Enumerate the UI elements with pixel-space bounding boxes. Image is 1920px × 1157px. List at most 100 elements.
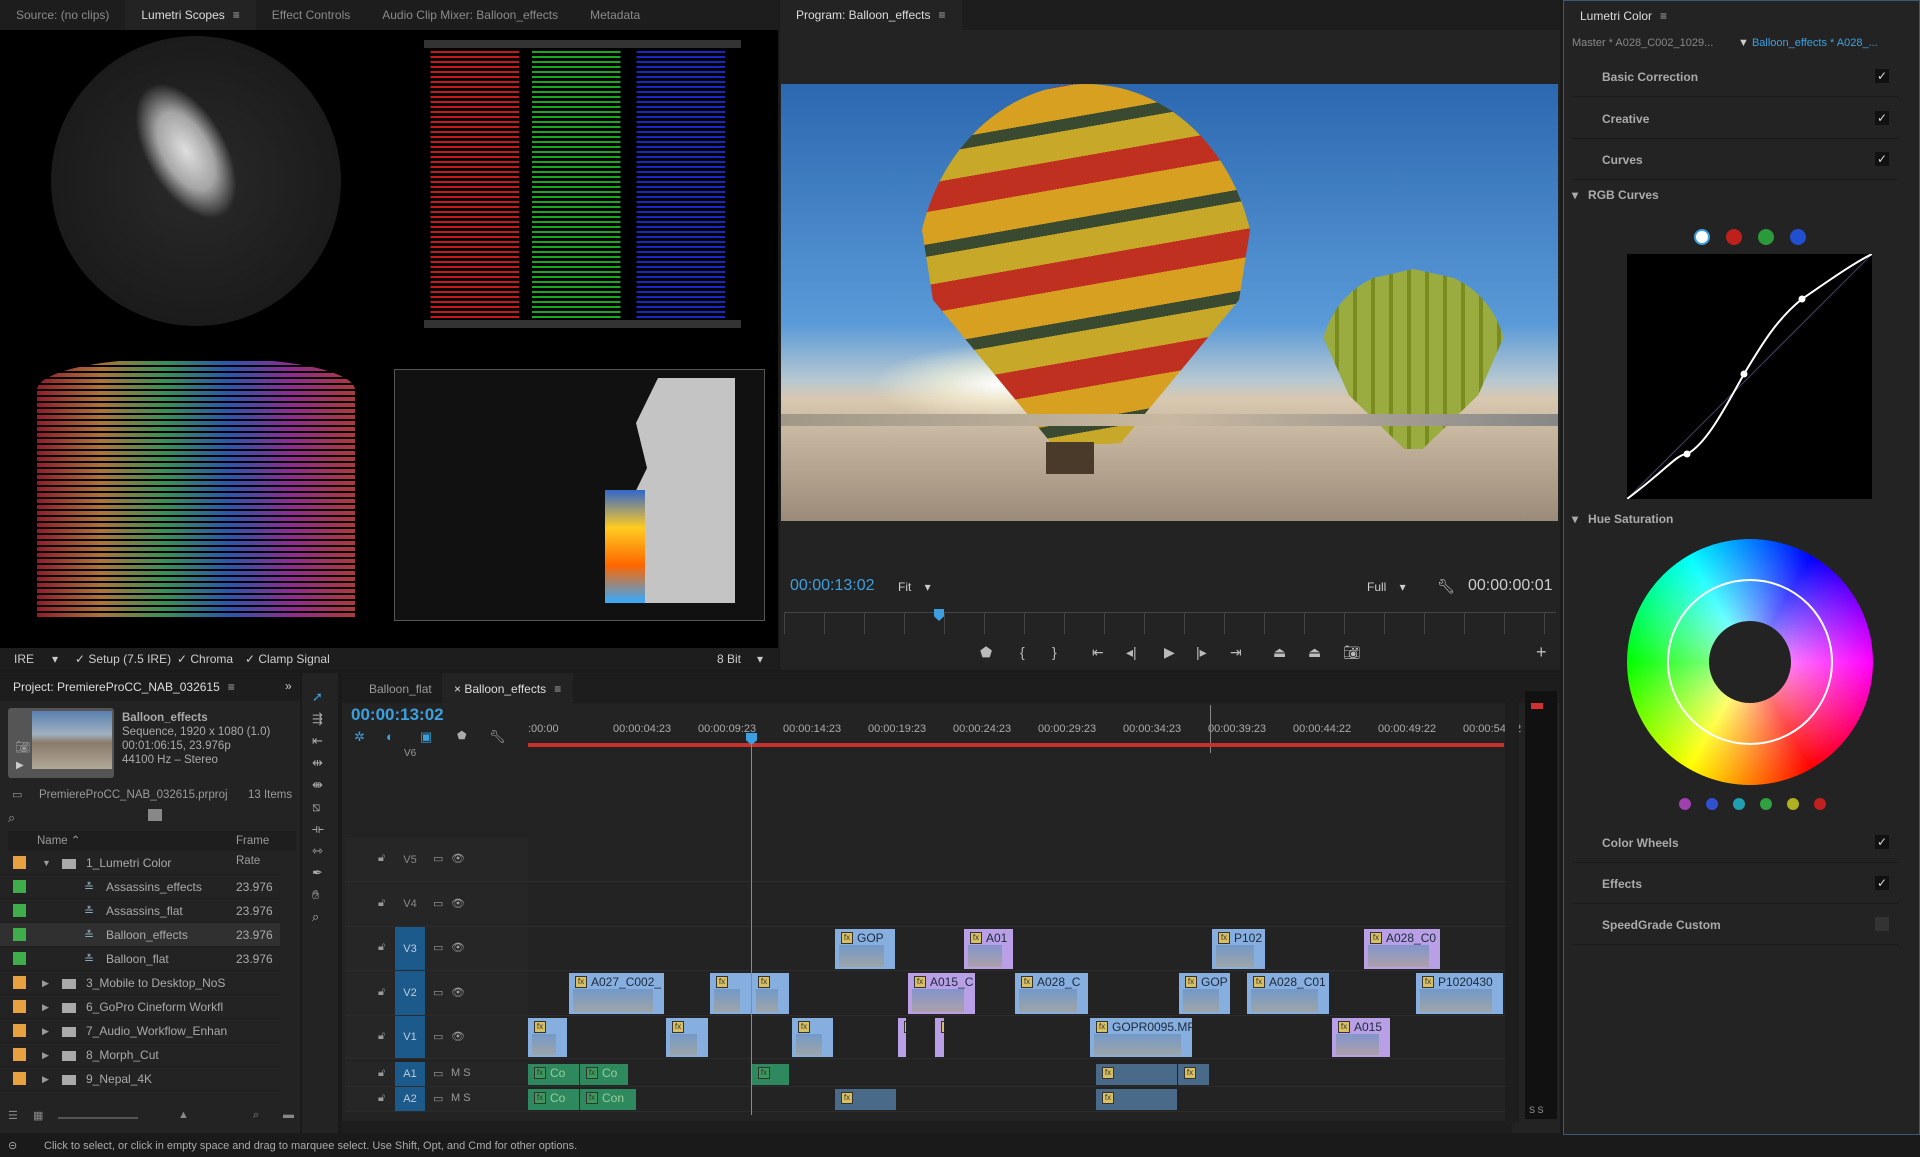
hue-saturation-header[interactable]: ▾ Hue Saturation [1572, 512, 1673, 526]
curve-channel-red[interactable] [1726, 229, 1742, 245]
timeline-clip[interactable]: fx Co [580, 1064, 628, 1085]
disclosure-closed-icon[interactable]: ▶ [42, 1043, 49, 1067]
project-item[interactable]: ≛ Balloon_effects 23.976 [0, 923, 280, 947]
icon-view-icon[interactable]: ▦ [33, 1109, 43, 1122]
curve-point[interactable] [1683, 450, 1691, 458]
program-video[interactable] [781, 84, 1558, 521]
curve-channel-luma[interactable] [1694, 229, 1710, 245]
timeline-clip[interactable]: fx A01 [964, 929, 1013, 969]
tab-source[interactable]: Source: (no clips) [0, 0, 125, 30]
section-creative[interactable]: Creative ✓ [1572, 99, 1899, 139]
rgb-curve-editor[interactable] [1627, 254, 1872, 499]
pen-tool-icon[interactable]: ✒︎ [312, 865, 323, 881]
timeline-clip[interactable]: fx [1178, 1064, 1209, 1085]
timeline-clip[interactable]: fx A028_C0 [1364, 929, 1440, 969]
program-scrubber[interactable] [784, 609, 1556, 634]
add-marker-icon[interactable]: ▣ [420, 729, 432, 745]
work-area-bar[interactable] [528, 743, 1504, 747]
timeline-clip[interactable]: fx GOP [1179, 973, 1230, 1014]
eye-icon[interactable]: 👁︎ [451, 1030, 465, 1043]
master-clip-tab[interactable]: Master * A028_C002_1029... [1572, 37, 1713, 49]
hue-swatch[interactable] [1814, 798, 1826, 810]
marker-icon[interactable]: ⬟ [457, 729, 467, 742]
camera-icon[interactable]: 📷︎ [15, 740, 30, 754]
hue-swatch[interactable] [1706, 798, 1718, 810]
rgb-curves-header[interactable]: ▾ RGB Curves [1572, 188, 1659, 202]
scale-select[interactable]: IRE [14, 648, 34, 670]
tab-program[interactable]: Program: Balloon_effects ≡ [780, 0, 962, 30]
project-item[interactable]: ▶ 3_Mobile to Desktop_NoS [0, 971, 280, 995]
project-item[interactable]: ≛ Assassins_flat 23.976 [0, 899, 280, 923]
toggle-output-icon[interactable]: ▭ [433, 941, 443, 954]
project-item[interactable]: ▶ 8_Morph_Cut [0, 1043, 280, 1067]
mute-icon[interactable]: ▭ [433, 1067, 443, 1080]
play-icon[interactable]: ▶ [1164, 644, 1175, 661]
clamp-checkbox[interactable]: ✓ Clamp Signal [245, 648, 330, 670]
zoom-tool-icon[interactable]: ⌕ [312, 909, 319, 925]
menu-icon[interactable]: ≡ [1660, 9, 1667, 23]
tab-lumetri-scopes[interactable]: Lumetri Scopes ≡ [125, 0, 256, 30]
wrench-icon[interactable]: 🔧︎ [1437, 578, 1455, 595]
step-back-icon[interactable]: ◂| [1126, 644, 1137, 661]
project-item[interactable]: ≛ Balloon_flat 23.976 [0, 947, 280, 971]
hue-swatch[interactable] [1733, 798, 1745, 810]
selection-tool-icon[interactable]: ➚ [312, 689, 323, 705]
hue-swatch[interactable] [1679, 798, 1691, 810]
curve-channel-green[interactable] [1758, 229, 1774, 245]
label-color[interactable] [13, 904, 26, 917]
tab-balloon-flat[interactable]: Balloon_flat [369, 682, 432, 696]
play-icon[interactable]: ▶ [16, 760, 24, 771]
hue-swatch[interactable] [1760, 798, 1772, 810]
toggle-output-icon[interactable]: ▭ [433, 852, 443, 865]
close-icon[interactable]: × [454, 682, 464, 696]
timeline-clip[interactable]: fx P102 [1212, 929, 1265, 969]
project-item[interactable]: ≛ Assassins_effects 23.976 [0, 875, 280, 899]
label-color[interactable] [13, 880, 26, 893]
tab-balloon-effects[interactable]: × Balloon_effects ≡ [442, 673, 574, 703]
go-to-out-icon[interactable]: ⇥ [1230, 644, 1242, 661]
track-target[interactable]: V2 [395, 971, 425, 1015]
chroma-checkbox[interactable]: ✓ Chroma [177, 648, 233, 670]
menu-icon[interactable]: ≡ [228, 680, 235, 694]
lock-icon[interactable]: 🔓︎ [378, 941, 385, 954]
menu-icon[interactable]: ≡ [233, 8, 240, 22]
disclosure-closed-icon[interactable]: ▶ [42, 995, 49, 1019]
lock-icon[interactable]: 🔓︎ [378, 897, 385, 910]
mark-in-icon[interactable]: { [1020, 644, 1025, 660]
vertical-scrollbar[interactable] [1505, 703, 1519, 1123]
eye-icon[interactable]: 👁︎ [451, 986, 465, 999]
enable-checkbox[interactable] [1875, 917, 1889, 931]
chevron-down-icon[interactable]: ▾ [757, 648, 763, 670]
timeline-clip[interactable]: fx [898, 1018, 906, 1057]
mute-icon[interactable]: ▭ [433, 1092, 443, 1105]
zoom-select[interactable]: Fit ▾ [898, 580, 931, 594]
track-target[interactable]: V5 [395, 838, 425, 881]
disclosure-closed-icon[interactable]: ▶ [42, 1019, 49, 1043]
timeline-clip[interactable]: fx [752, 1064, 789, 1085]
timeline-playhead-line[interactable] [751, 735, 752, 1115]
column-name[interactable]: Name ⌃ [37, 831, 81, 851]
timeline-clip[interactable]: fx Co [528, 1064, 579, 1085]
label-color[interactable] [13, 928, 26, 941]
timeline-clip[interactable]: fx A015_C [908, 973, 975, 1014]
toggle-output-icon[interactable]: ▭ [433, 986, 443, 999]
project-item[interactable]: ▶ 9_Nepal_4K [0, 1067, 280, 1091]
mark-out-icon[interactable]: } [1052, 644, 1057, 660]
track-target[interactable]: V1 [395, 1016, 425, 1058]
hand-tool-icon[interactable]: ✋︎ [312, 887, 319, 903]
section-color-wheels[interactable]: Color Wheels ✓ [1572, 823, 1899, 863]
lock-icon[interactable]: 🔓︎ [378, 1067, 385, 1080]
project-item[interactable]: ▶ 7_Audio_Workflow_Enhan [0, 1019, 280, 1043]
enable-checkbox[interactable]: ✓ [1875, 69, 1889, 83]
label-color[interactable] [13, 1024, 26, 1037]
hue-swatch[interactable] [1787, 798, 1799, 810]
hue-saturation-wheel[interactable] [1627, 539, 1873, 785]
timeline-clip[interactable]: fx A028_C [1015, 973, 1088, 1014]
bit-depth-select[interactable]: 8 Bit [717, 648, 741, 670]
go-to-in-icon[interactable]: ⇤ [1092, 644, 1104, 661]
step-forward-icon[interactable]: |▸ [1196, 644, 1207, 661]
tab-project[interactable]: Project: PremiereProCC_NAB_032615 ≡ [13, 680, 235, 694]
extract-icon[interactable]: ⏏ [1308, 644, 1321, 661]
timeline-clip[interactable]: fx [792, 1018, 833, 1057]
preview-thumbnail[interactable]: 📷︎ ▶ [8, 708, 114, 778]
